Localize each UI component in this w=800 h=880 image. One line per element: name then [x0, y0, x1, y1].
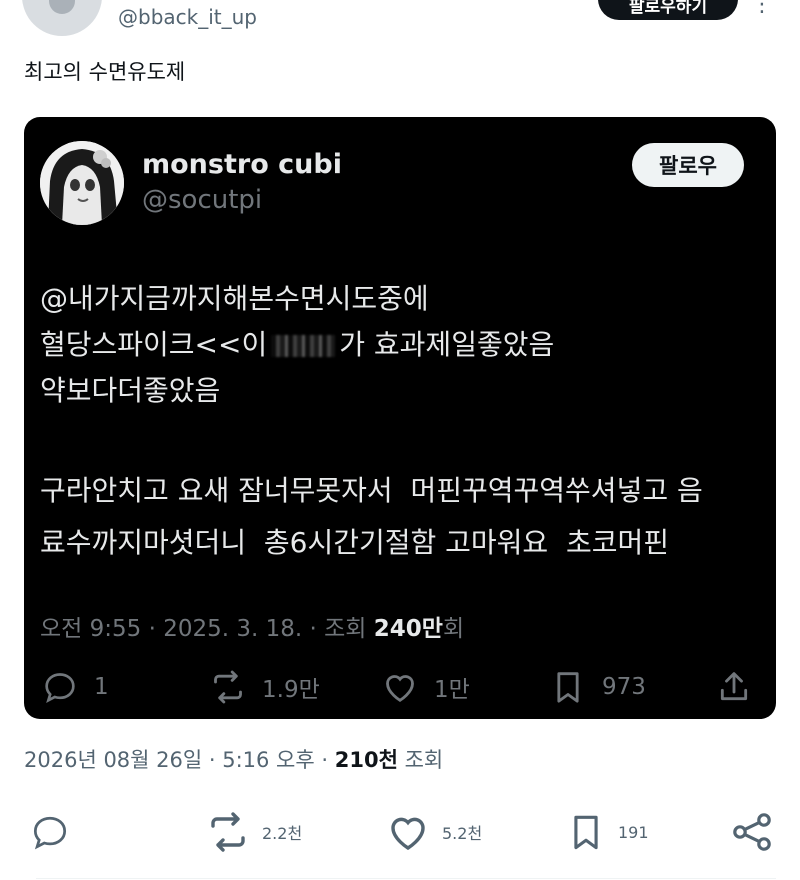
outer-timestamp[interactable]: 2026년 08월 26일 · 5:16 오후 ·: [24, 748, 335, 772]
embedded-timestamp[interactable]: 오전 9:55 · 2025. 3. 18. · 조회: [40, 616, 374, 642]
embedded-like-count: 1만: [434, 677, 470, 703]
embedded-post-card[interactable]: monstro cubi @socutpi 팔로우 @내가지금까지해본수면시도중…: [24, 117, 776, 719]
reply-icon: [33, 816, 67, 850]
repost-count: 2.2천: [262, 824, 303, 843]
embedded-text-line: 혈당스파이크<<이 가 효과제일좋았음: [40, 323, 554, 363]
embedded-bookmark-button[interactable]: 973: [548, 667, 646, 707]
embedded-follow-button[interactable]: 팔로우: [632, 143, 744, 187]
like-count: 5.2천: [442, 824, 483, 843]
embedded-repost-count: 1.9만: [262, 677, 320, 703]
outer-post-text: 최고의 수면유도제: [24, 60, 186, 84]
embedded-display-name[interactable]: monstro cubi: [142, 149, 342, 180]
embedded-post-meta: 오전 9:55 · 2025. 3. 18. · 조회 240만회: [40, 609, 464, 643]
heart-icon: [391, 817, 425, 850]
share-nodes-icon: [733, 813, 771, 851]
embedded-bookmark-count: 973: [602, 674, 646, 700]
bookmark-count: 191: [618, 822, 649, 842]
like-button[interactable]: 5.2천: [384, 808, 482, 856]
embedded-like-button[interactable]: 1만: [380, 667, 470, 707]
share-button[interactable]: [728, 808, 786, 856]
embedded-avatar[interactable]: [40, 141, 124, 225]
embedded-repost-button[interactable]: 1.9만: [208, 667, 320, 707]
embedded-reply-button[interactable]: 1: [40, 667, 109, 707]
outer-views-label: 조회: [397, 748, 444, 772]
embedded-text-line: 구라안치고 요새 잠너무못자서 머핀꾸역꾸역쑤셔넣고 음: [40, 474, 703, 507]
embedded-text-line: 료수까지마셧더니 총6시간기절함 고마워요 초코머핀: [40, 526, 670, 559]
embedded-text-line: @내가지금까지해본수면시도중에: [40, 282, 429, 315]
avatar-illustration: [40, 141, 124, 225]
embedded-text-segment: 가 효과제일좋았음: [339, 328, 555, 361]
bookmark-icon: [557, 672, 579, 703]
repost-icon: [211, 812, 245, 852]
more-options-icon[interactable]: ⋮: [750, 0, 774, 17]
outer-views-count: 210천: [334, 748, 398, 772]
repost-icon: [214, 670, 242, 704]
outer-handle[interactable]: @bback_it_up: [118, 5, 257, 29]
embedded-text-line: 약보다더좋았음: [40, 374, 221, 407]
bookmark-icon: [574, 815, 598, 850]
embedded-handle[interactable]: @socutpi: [142, 185, 262, 215]
embedded-share-button[interactable]: [714, 667, 768, 707]
reply-icon: [45, 673, 75, 703]
repost-button[interactable]: 2.2천: [204, 808, 302, 856]
outer-post-meta: 2026년 08월 26일 · 5:16 오후 · 210천 조회: [24, 744, 443, 774]
follow-button[interactable]: 팔로우하기: [598, 0, 738, 20]
bookmark-button[interactable]: 191: [564, 808, 649, 856]
embedded-text-segment: 혈당스파이크<<이: [40, 328, 268, 361]
reply-button[interactable]: [28, 808, 82, 856]
outer-avatar[interactable]: [22, 0, 102, 36]
censored-blur: [271, 335, 336, 357]
embedded-views-label: 회: [442, 616, 465, 642]
embedded-views-count: 240만: [373, 616, 443, 642]
heart-icon: [386, 675, 414, 702]
divider: [36, 878, 776, 879]
share-icon: [720, 672, 748, 701]
embedded-reply-count: 1: [94, 674, 109, 700]
